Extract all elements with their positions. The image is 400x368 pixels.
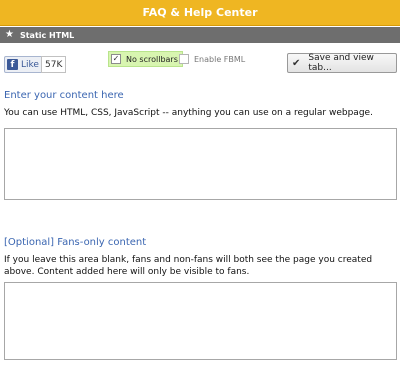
- star-icon: ★: [5, 29, 14, 40]
- content-section-description: You can use HTML, CSS, JavaScript -- any…: [4, 108, 373, 118]
- page-title: FAQ & Help Center: [142, 6, 258, 19]
- save-and-view-tab-button[interactable]: ✔ Save and view tab...: [287, 53, 397, 73]
- enable-fbml-option[interactable]: Enable FBML: [179, 52, 245, 66]
- app-title-bar: ★ Static HTML: [0, 27, 400, 43]
- app-title: Static HTML: [19, 30, 75, 40]
- like-count: 57K: [41, 56, 67, 73]
- checkmark-icon: ✔: [292, 57, 301, 69]
- like-label: Like: [21, 59, 39, 70]
- fans-content-textarea[interactable]: [4, 282, 397, 360]
- like-button[interactable]: f Like: [4, 56, 44, 73]
- content-textarea[interactable]: [4, 128, 397, 200]
- fans-section-title: [Optional] Fans-only content: [4, 237, 147, 248]
- fans-section-description: If you leave this area blank, fans and n…: [4, 255, 373, 277]
- no-scrollbars-label: No scrollbars: [126, 54, 178, 64]
- page-header: FAQ & Help Center: [0, 0, 400, 26]
- content-section-title: Enter your content here: [4, 90, 124, 101]
- no-scrollbars-checkbox[interactable]: ✓: [111, 54, 121, 64]
- enable-fbml-label: Enable FBML: [194, 54, 246, 64]
- facebook-icon: f: [7, 59, 18, 70]
- no-scrollbars-option[interactable]: ✓ No scrollbars: [108, 51, 183, 67]
- enable-fbml-checkbox[interactable]: [179, 54, 189, 64]
- save-button-label: Save and view tab...: [308, 53, 374, 73]
